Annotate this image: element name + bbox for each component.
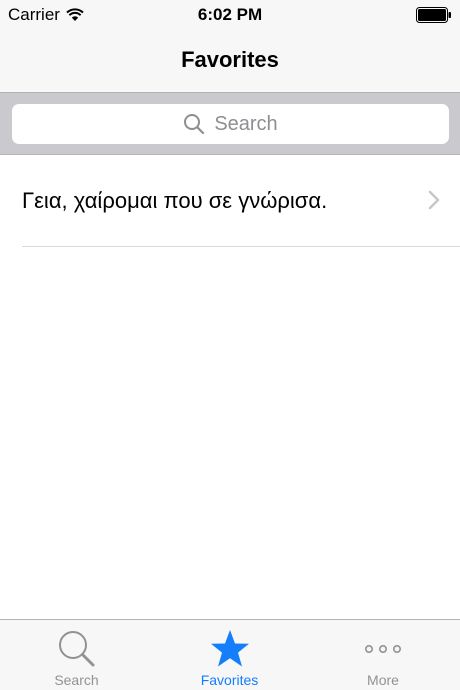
list-item[interactable]: Γεια, χαίρομαι που σε γνώρισα.	[0, 156, 460, 247]
tab-bar: Search Favorites More	[0, 619, 460, 690]
tab-search-label: Search	[54, 672, 99, 688]
list-item-label: Γεια, χαίρομαι που σε γνώρισα.	[22, 188, 328, 213]
battery-icon	[416, 7, 451, 23]
tab-favorites[interactable]: Favorites	[153, 620, 306, 690]
search-icon	[184, 114, 205, 135]
more-dots-icon	[364, 644, 401, 653]
favorites-list: Γεια, χαίρομαι που σε γνώρισα.	[0, 156, 460, 247]
chevron-right-icon	[428, 190, 440, 210]
star-icon	[210, 630, 249, 667]
magnifier-icon	[58, 631, 94, 667]
tab-more[interactable]: More	[306, 620, 460, 690]
tab-search[interactable]: Search	[0, 620, 153, 690]
search-bar: Search	[0, 93, 460, 155]
navigation-bar: Favorites	[0, 30, 460, 93]
status-bar: Carrier 6:02 PM	[0, 0, 460, 30]
row-divider	[22, 246, 460, 247]
tab-more-label: More	[367, 672, 399, 688]
search-input[interactable]: Search	[12, 104, 449, 144]
tab-favorites-label: Favorites	[200, 672, 259, 688]
page-title: Favorites	[181, 47, 279, 72]
search-placeholder: Search	[214, 112, 278, 135]
status-time: 6:02 PM	[197, 5, 263, 24]
